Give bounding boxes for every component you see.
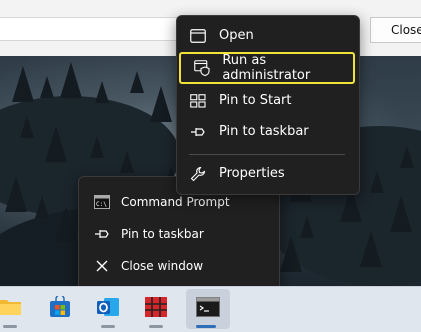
jump-item-label: Close window: [121, 259, 204, 273]
menu-item-pin-to-taskbar[interactable]: Pin to taskbar: [177, 116, 359, 147]
taskbar-microsoft-store[interactable]: [40, 289, 80, 329]
pin-icon: [189, 123, 207, 141]
menu-item-label: Open: [219, 28, 254, 43]
menu-item-label: Properties: [219, 166, 285, 181]
menu-divider: [189, 154, 345, 155]
outlook-icon: [96, 296, 120, 322]
context-menu: Open Run as administrator Pin to Start P…: [176, 15, 360, 195]
folder-icon: [0, 297, 22, 321]
taskbar: [0, 286, 421, 332]
jump-item-label: Pin to taskbar: [121, 227, 204, 241]
running-indicator: [101, 325, 115, 328]
close-icon: [93, 257, 111, 275]
menu-item-label: Run as administrator: [222, 53, 311, 83]
window-icon: [189, 27, 207, 45]
running-indicator: [3, 325, 17, 328]
red-grid-icon: [144, 296, 168, 322]
taskbar-outlook[interactable]: [88, 289, 128, 329]
pin-start-icon: [189, 92, 207, 110]
taskbar-command-prompt[interactable]: [186, 289, 230, 329]
menu-item-label: Pin to Start: [219, 93, 292, 108]
menu-item-run-as-administrator[interactable]: Run as administrator: [179, 52, 355, 84]
taskbar-app[interactable]: [136, 289, 176, 329]
jump-item-label: Command Prompt: [121, 195, 230, 209]
store-icon: [49, 294, 71, 322]
shield-icon: [193, 59, 210, 77]
wrench-icon: [189, 165, 207, 183]
command-prompt-icon: C:\: [93, 193, 111, 211]
close-button[interactable]: Close: [370, 17, 421, 43]
jump-item-close-window[interactable]: Close window: [79, 251, 279, 281]
running-indicator: [149, 325, 163, 328]
menu-item-properties[interactable]: Properties: [177, 158, 359, 189]
jump-item-pin-to-taskbar[interactable]: Pin to taskbar: [79, 219, 279, 249]
menu-item-open[interactable]: Open: [177, 20, 359, 51]
menu-item-pin-to-start[interactable]: Pin to Start: [177, 85, 359, 116]
menu-item-label: Pin to taskbar: [219, 124, 309, 139]
taskbar-file-explorer[interactable]: [0, 289, 30, 329]
pin-icon: [93, 225, 111, 243]
svg-text:C:\: C:\: [96, 201, 107, 208]
active-indicator: [196, 325, 216, 328]
command-prompt-icon: [196, 297, 220, 321]
